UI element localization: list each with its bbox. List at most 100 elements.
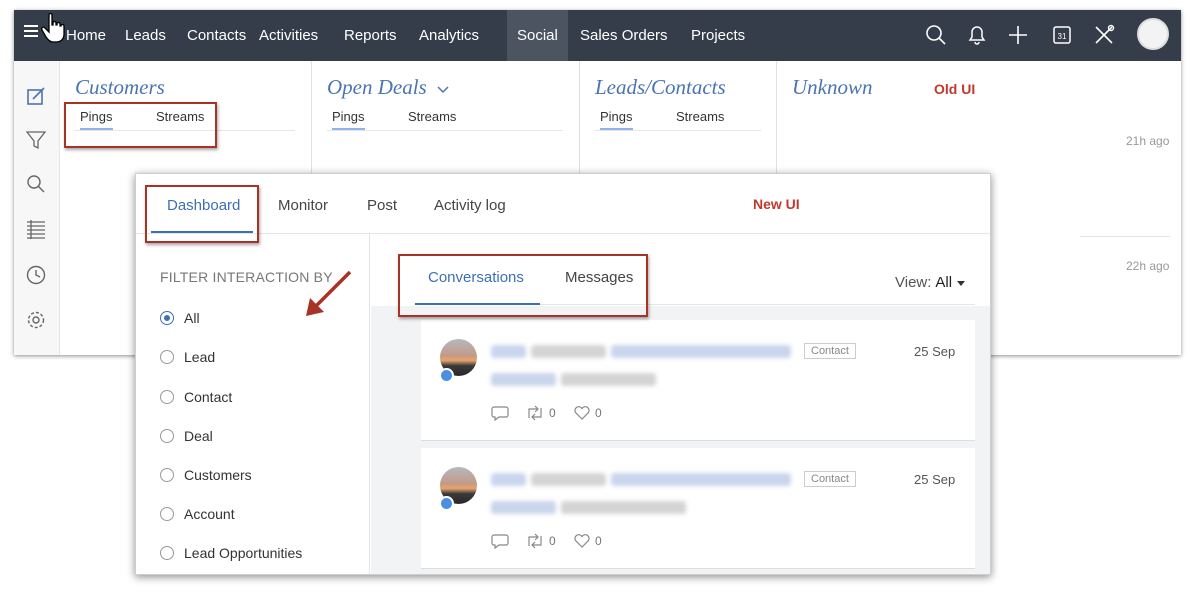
blurred-text	[491, 345, 526, 358]
gear-icon[interactable]	[25, 309, 47, 331]
contact-tag: Contact	[804, 471, 856, 487]
twitter-icon	[439, 368, 454, 383]
filter-option-label: Lead Opportunities	[184, 545, 303, 561]
blurred-text	[611, 473, 791, 486]
reply-button[interactable]	[491, 533, 513, 549]
twitter-icon	[439, 496, 454, 511]
nav-tab-analytics[interactable]: Analytics	[419, 10, 479, 61]
nav-tab-leads[interactable]: Leads	[125, 10, 166, 61]
old-ui-label: Old UI	[934, 81, 976, 97]
calendar-icon[interactable]: 31	[1049, 22, 1075, 48]
blurred-text	[561, 373, 656, 386]
chevron-down-icon[interactable]	[436, 84, 450, 94]
new-ui-label: New UI	[753, 196, 800, 212]
blurred-text	[611, 345, 791, 358]
nav-tab-activities[interactable]: Activities	[259, 10, 318, 61]
highlight-box-old-tabs	[64, 102, 217, 148]
comment-icon	[491, 534, 509, 549]
filter-option-label: Customers	[184, 467, 252, 483]
column-title: Leads/Contacts	[595, 75, 726, 99]
nav-tab-social[interactable]: Social	[507, 10, 568, 61]
bell-icon[interactable]	[964, 22, 990, 48]
like-count: 0	[595, 406, 602, 420]
conversation-card[interactable]: Contact 25 Sep 0 0	[421, 320, 975, 441]
nav-tab-home[interactable]: Home	[66, 10, 106, 61]
retweet-button[interactable]: 0	[525, 533, 556, 549]
reply-button[interactable]	[491, 405, 513, 421]
timestamp: 22h ago	[1126, 259, 1170, 273]
view-value: All	[935, 274, 953, 291]
hamburger-menu-icon[interactable]	[24, 25, 38, 37]
radio-button[interactable]	[160, 390, 174, 404]
radio-button[interactable]	[160, 350, 174, 364]
like-button[interactable]: 0	[573, 533, 602, 549]
list-icon[interactable]	[25, 218, 47, 240]
new-ui-tab-bar: Dashboard Monitor Post Activity log New …	[136, 174, 990, 234]
column-title: Customers	[75, 75, 165, 99]
nav-tab-sales-orders[interactable]: Sales Orders	[580, 10, 668, 61]
new-ui-panel: Dashboard Monitor Post Activity log New …	[135, 173, 991, 575]
blurred-text	[491, 373, 556, 386]
highlight-box-subtabs	[398, 254, 648, 317]
nav-tab-projects[interactable]: Projects	[691, 10, 745, 61]
tab-post[interactable]: Post	[367, 197, 397, 214]
filter-icon[interactable]	[25, 129, 47, 151]
conversation-card[interactable]: Contact 25 Sep 0 0	[421, 448, 975, 569]
blurred-text	[531, 473, 606, 486]
timestamp: 21h ago	[1126, 134, 1170, 148]
card-date: 25 Sep	[914, 344, 956, 359]
retweet-icon	[528, 533, 542, 549]
search-icon[interactable]	[923, 22, 949, 48]
radio-button[interactable]	[160, 546, 174, 560]
highlight-box-dashboard	[145, 185, 259, 243]
radio-button[interactable]	[160, 429, 174, 443]
radio-button[interactable]	[160, 507, 174, 521]
top-navigation-bar: Home Leads Contacts Activities Reports A…	[14, 10, 1181, 61]
tab-pings[interactable]: Pings	[600, 109, 633, 130]
calendar-day: 31	[1058, 32, 1067, 41]
view-selector[interactable]: View: All	[895, 274, 966, 291]
nav-tab-contacts[interactable]: Contacts	[187, 10, 246, 61]
like-button[interactable]: 0	[573, 405, 602, 421]
column-tabs: Pings Streams	[327, 109, 563, 131]
column-title: Open Deals	[327, 75, 450, 100]
retweet-count: 0	[549, 406, 556, 420]
filter-option-label: Contact	[184, 389, 233, 405]
filter-option-label: Deal	[184, 428, 213, 444]
like-count: 0	[595, 534, 602, 548]
blurred-text	[531, 345, 606, 358]
tab-streams[interactable]: Streams	[408, 109, 456, 124]
tab-monitor[interactable]: Monitor	[278, 197, 328, 214]
blurred-text	[561, 501, 686, 514]
heart-icon	[574, 406, 590, 420]
search-icon[interactable]	[25, 173, 47, 195]
tools-icon[interactable]	[1091, 22, 1117, 48]
heart-icon	[574, 534, 590, 548]
compose-icon[interactable]	[25, 85, 47, 107]
tab-activity-log[interactable]: Activity log	[434, 197, 506, 214]
radio-button[interactable]	[160, 311, 174, 325]
plus-icon[interactable]	[1005, 22, 1031, 48]
divider	[1080, 236, 1170, 237]
annotation-arrow-icon	[306, 270, 352, 316]
tab-pings[interactable]: Pings	[332, 109, 365, 130]
column-title: Unknown	[792, 75, 873, 99]
hand-cursor-icon	[41, 12, 65, 43]
blurred-text	[491, 501, 556, 514]
filter-option-label: All	[184, 310, 200, 326]
left-icon-rail	[14, 61, 60, 355]
comment-icon	[491, 406, 509, 421]
column-title-text: Open Deals	[327, 75, 427, 99]
user-avatar[interactable]	[1137, 18, 1169, 50]
nav-tab-reports[interactable]: Reports	[344, 10, 397, 61]
tab-streams[interactable]: Streams	[676, 109, 724, 124]
retweet-count: 0	[549, 534, 556, 548]
clock-icon[interactable]	[25, 264, 47, 286]
retweet-icon	[528, 405, 542, 421]
filter-option-label: Lead	[184, 349, 216, 365]
caret-down-icon	[957, 280, 966, 286]
view-label: View:	[895, 274, 932, 291]
radio-button[interactable]	[160, 468, 174, 482]
card-date: 25 Sep	[914, 472, 956, 487]
retweet-button[interactable]: 0	[525, 405, 556, 421]
